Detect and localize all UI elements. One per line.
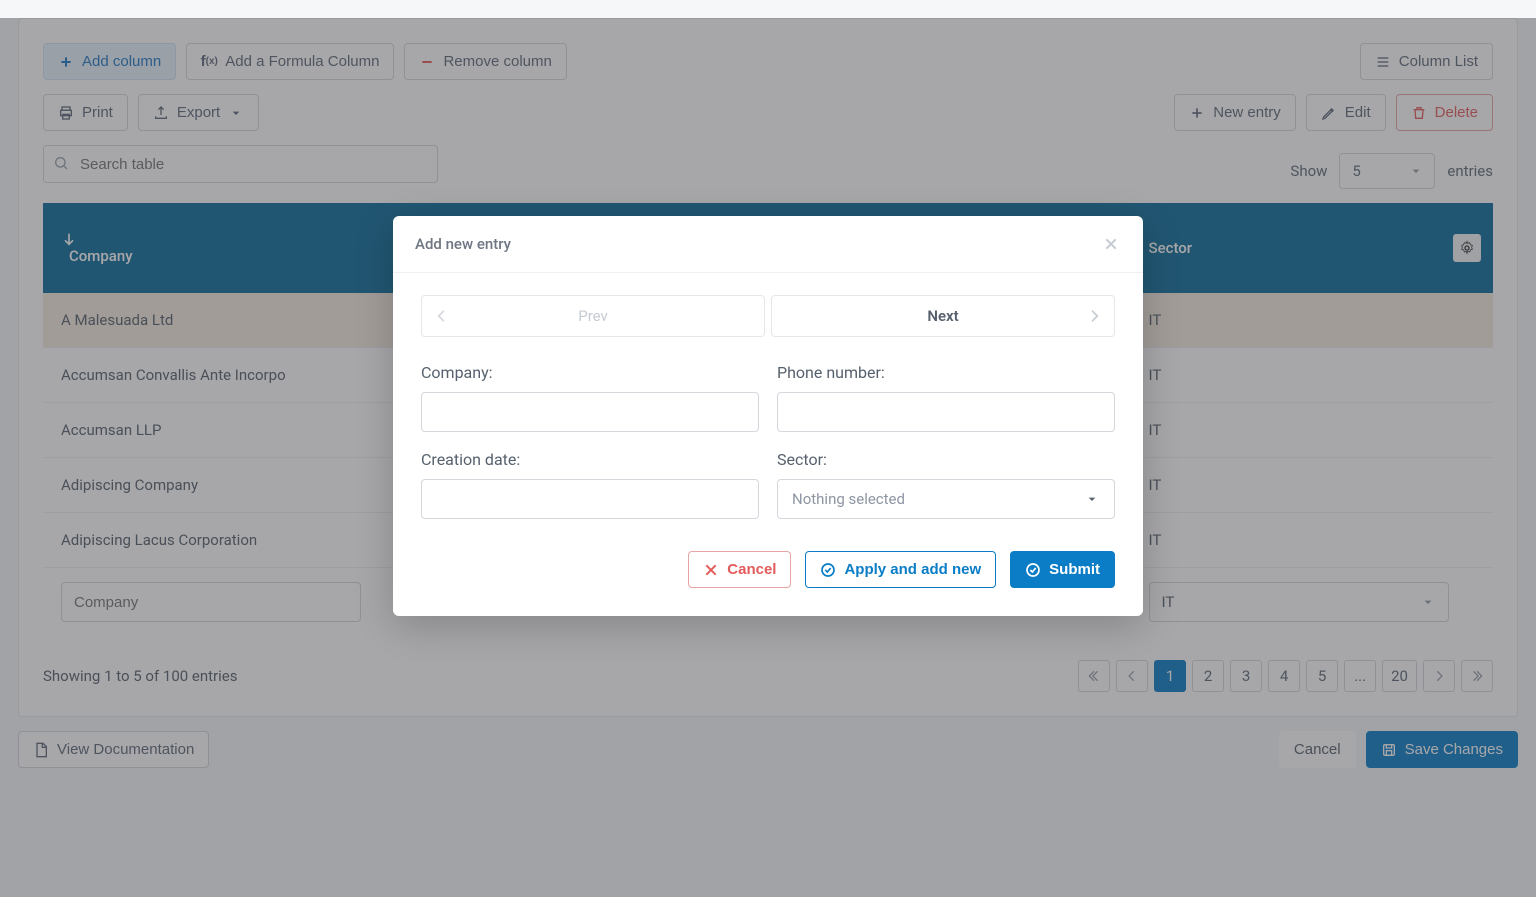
check-circle-icon bbox=[1025, 562, 1041, 578]
modal-cancel-label: Cancel bbox=[727, 561, 776, 578]
company-input[interactable] bbox=[421, 392, 759, 432]
modal-close-button[interactable] bbox=[1101, 234, 1121, 254]
sector-select[interactable]: Nothing selected bbox=[777, 479, 1115, 519]
chevron-left-icon bbox=[434, 308, 450, 324]
modal-prev-label: Prev bbox=[578, 307, 608, 325]
caret-down-icon bbox=[1084, 491, 1100, 507]
phone-label: Phone number: bbox=[777, 363, 1115, 382]
modal-overlay: Add new entry Prev Next Company: bbox=[0, 18, 1536, 897]
modal-apply-add-label: Apply and add new bbox=[844, 561, 981, 578]
sector-select-value: Nothing selected bbox=[792, 490, 905, 508]
creation-date-label: Creation date: bbox=[421, 450, 759, 469]
modal-title: Add new entry bbox=[415, 235, 511, 253]
check-circle-icon bbox=[820, 562, 836, 578]
modal-apply-add-button[interactable]: Apply and add new bbox=[805, 551, 996, 588]
close-icon bbox=[1103, 236, 1119, 252]
add-entry-modal: Add new entry Prev Next Company: bbox=[393, 216, 1143, 616]
company-label: Company: bbox=[421, 363, 759, 382]
modal-submit-label: Submit bbox=[1049, 561, 1100, 578]
modal-next-label: Next bbox=[927, 307, 958, 325]
modal-cancel-button[interactable]: Cancel bbox=[688, 551, 791, 588]
close-icon bbox=[703, 562, 719, 578]
modal-prev-button[interactable]: Prev bbox=[421, 295, 765, 337]
phone-input[interactable] bbox=[777, 392, 1115, 432]
modal-submit-button[interactable]: Submit bbox=[1010, 551, 1115, 588]
creation-date-input[interactable] bbox=[421, 479, 759, 519]
modal-next-button[interactable]: Next bbox=[771, 295, 1115, 337]
sector-label: Sector: bbox=[777, 450, 1115, 469]
chevron-right-icon bbox=[1086, 308, 1102, 324]
